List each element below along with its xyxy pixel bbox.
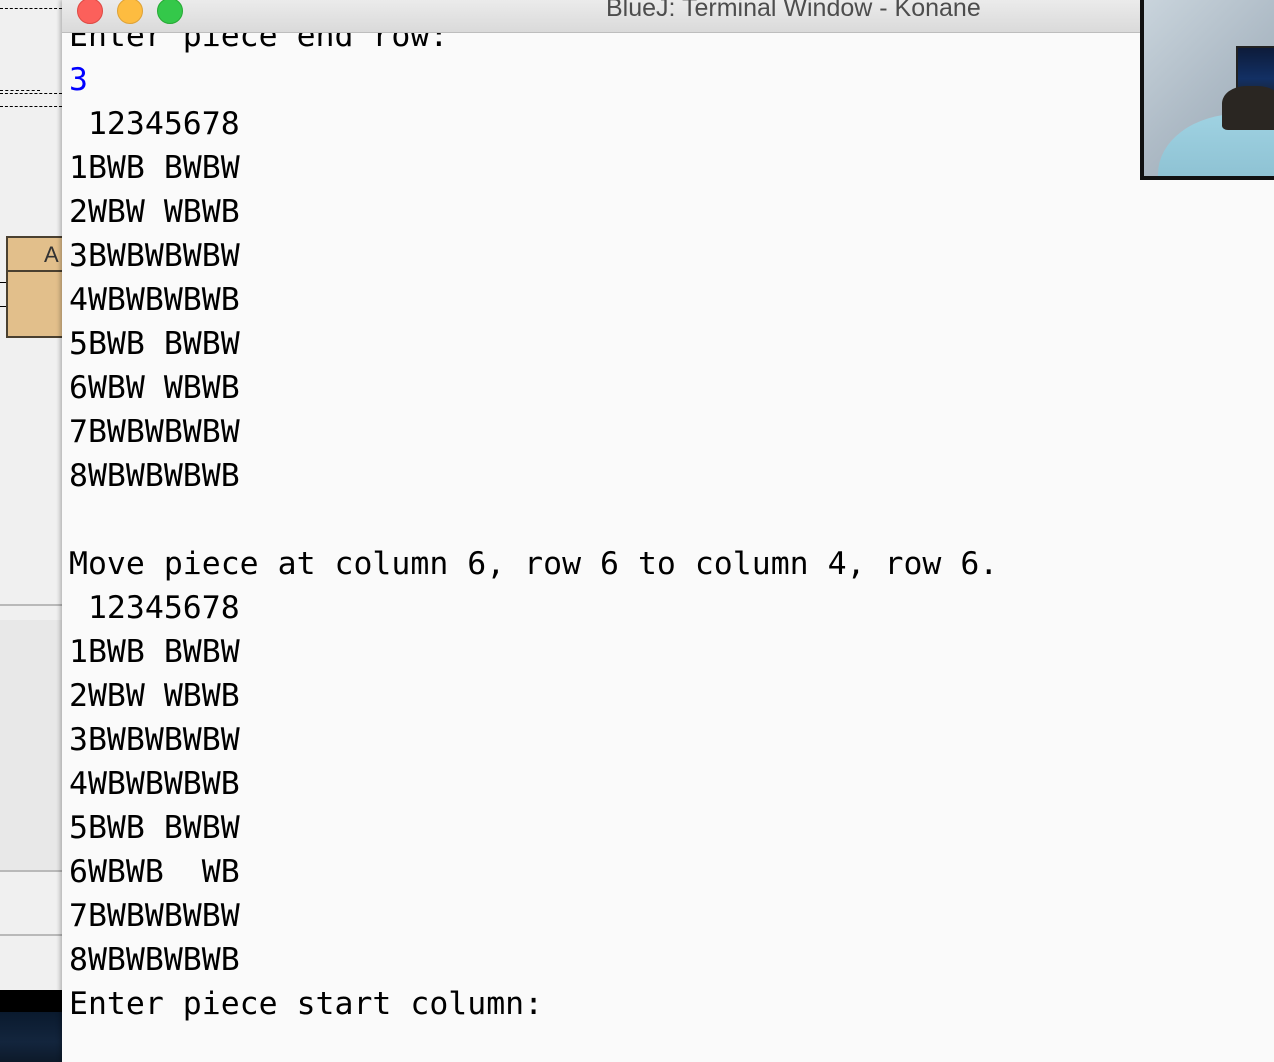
window-titlebar[interactable]: BlueJ: Terminal Window - Konane — [62, 0, 1274, 33]
screen: A Enter piece end row: 3 12345678 1BWB BWB… — [0, 0, 1274, 1062]
terminal-output-line: 3BWBWBWBW — [69, 722, 240, 758]
panel-separator — [0, 604, 62, 606]
terminal-output-line: 2WBW WBWB — [69, 194, 240, 230]
window-title: BlueJ: Terminal Window - Konane — [606, 0, 981, 22]
dashed-line — [0, 8, 62, 9]
terminal-output-line: 2WBW WBWB — [69, 678, 240, 714]
desktop-wallpaper — [0, 1012, 62, 1062]
terminal-window[interactable]: Enter piece end row: 3 12345678 1BWB BWBW 2… — [62, 0, 1274, 1062]
terminal-output-line: 3BWBWBWBW — [69, 238, 240, 274]
terminal-output-line: 5BWB BWBW — [69, 326, 240, 362]
webcam-overlay — [1140, 0, 1274, 180]
panel-separator — [0, 870, 62, 872]
dashed-line — [0, 93, 62, 94]
terminal-output-line: 8WBWBWBWB — [69, 458, 240, 494]
terminal-output-line: 1BWB BWBW — [69, 150, 240, 186]
terminal-output-line: 7BWBWBWBW — [69, 898, 240, 934]
dashed-line — [0, 90, 40, 91]
terminal-output-line: 12345678 — [69, 590, 240, 626]
terminal-output-line: 5BWB BWBW — [69, 810, 240, 846]
terminal-output-line: Enter piece start column: — [69, 986, 544, 1022]
class-box-label: A — [44, 242, 59, 267]
dashed-line — [0, 106, 62, 107]
terminal-output-line: 12345678 — [69, 106, 240, 142]
terminal-output-line: 6WBW WBWB — [69, 370, 240, 406]
terminal-output-line: 6WBWB WB — [69, 854, 240, 890]
panel-separator — [0, 934, 62, 936]
terminal-output-line: 1BWB BWBW — [69, 634, 240, 670]
webcam-person-head — [1222, 86, 1274, 130]
class-box[interactable]: A — [6, 236, 62, 338]
terminal-output-line: 7BWBWBWBW — [69, 414, 240, 450]
object-bench — [0, 620, 62, 870]
terminal-input-line: 3 — [69, 62, 88, 98]
terminal-output-line: 4WBWBWBWB — [69, 282, 240, 318]
maximize-button[interactable] — [157, 0, 183, 24]
class-box-divider — [8, 270, 62, 272]
terminal-output-line — [69, 498, 998, 542]
minimize-button[interactable] — [117, 0, 143, 24]
terminal-output[interactable]: Enter piece end row: 3 12345678 1BWB BWBW 2… — [69, 14, 998, 1026]
bluej-main-window-background: A — [0, 0, 62, 1062]
close-button[interactable] — [77, 0, 103, 24]
terminal-output-line: 4WBWBWBWB — [69, 766, 240, 802]
terminal-output-line: 8WBWBWBWB — [69, 942, 240, 978]
terminal-output-line: Move piece at column 6, row 6 to column … — [69, 546, 999, 582]
desktop-background — [0, 990, 62, 1062]
